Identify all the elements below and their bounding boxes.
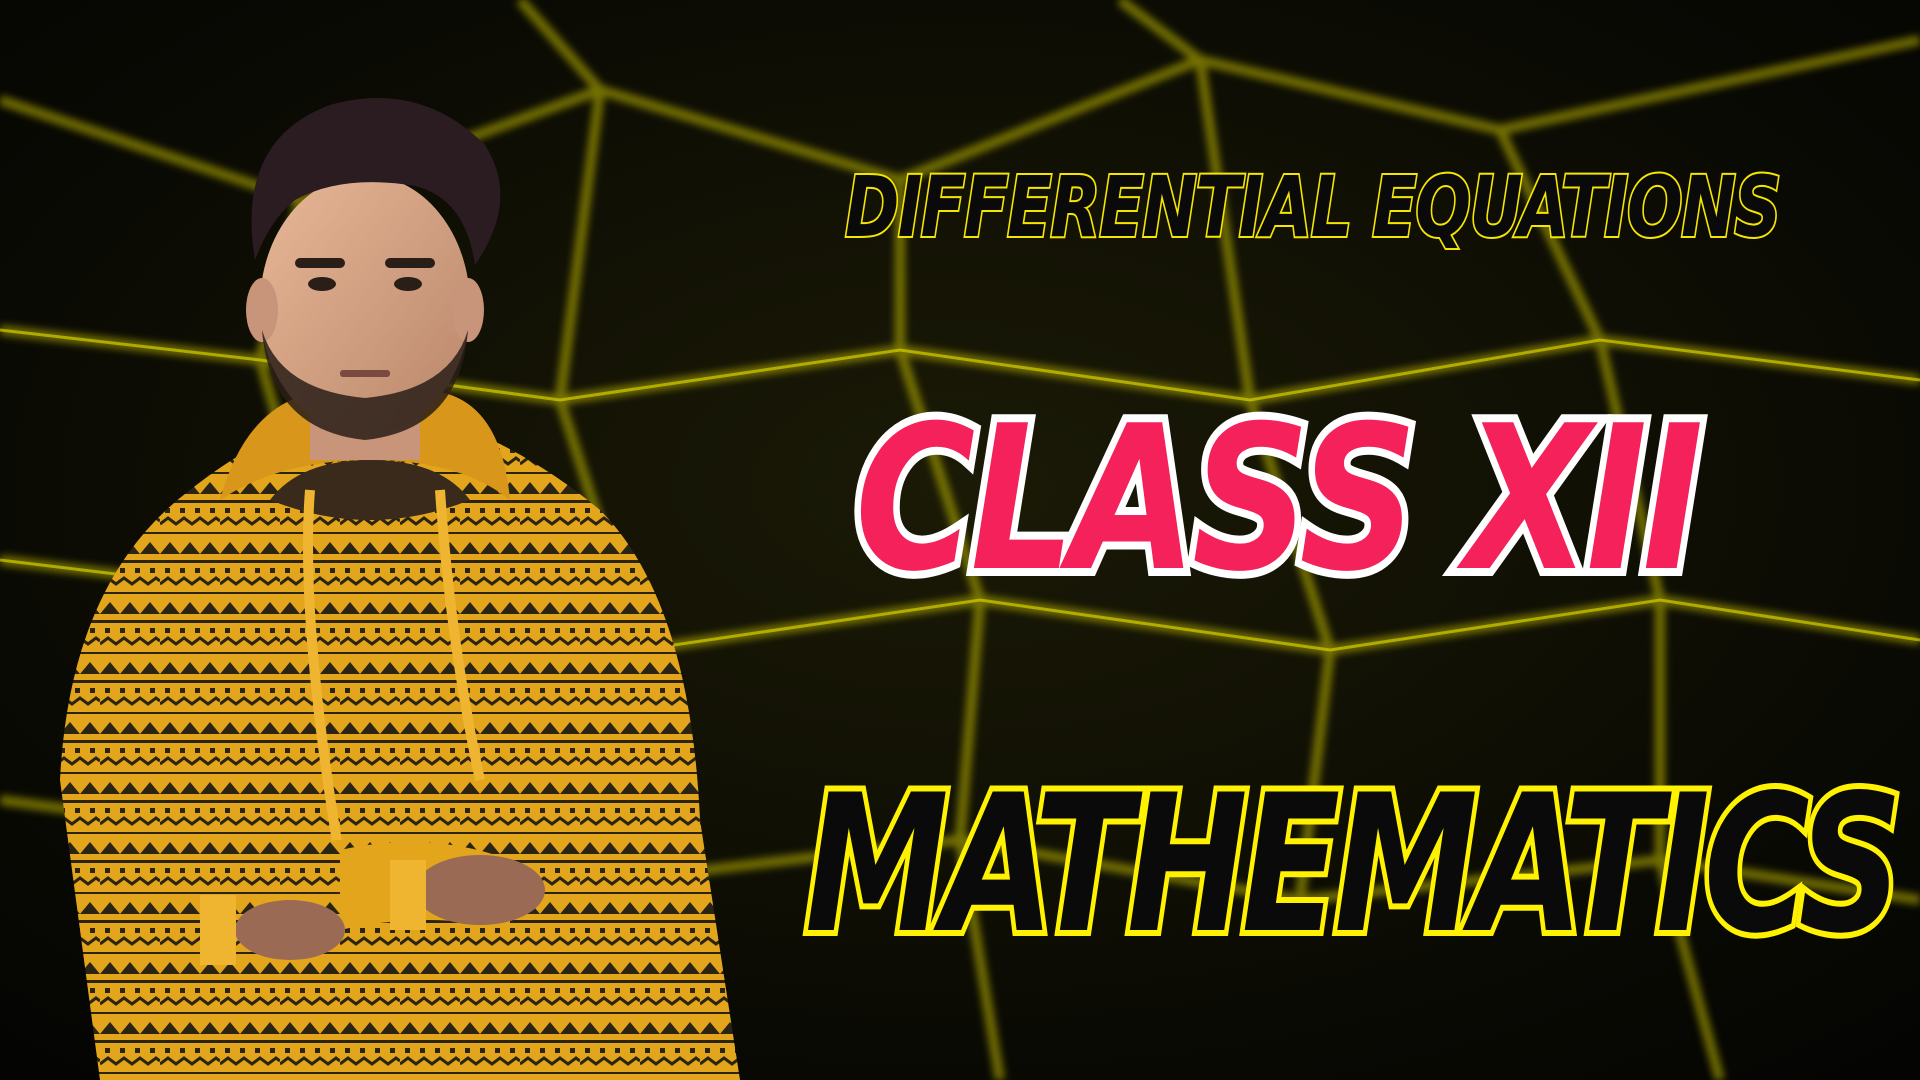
presenter-photo	[60, 98, 740, 1080]
topic-heading: DIFFERENTIAL EQUATIONS	[843, 158, 1783, 256]
class-heading: CLASS XII	[848, 383, 1710, 616]
subject-heading: MATHEMATICS	[800, 754, 1907, 975]
